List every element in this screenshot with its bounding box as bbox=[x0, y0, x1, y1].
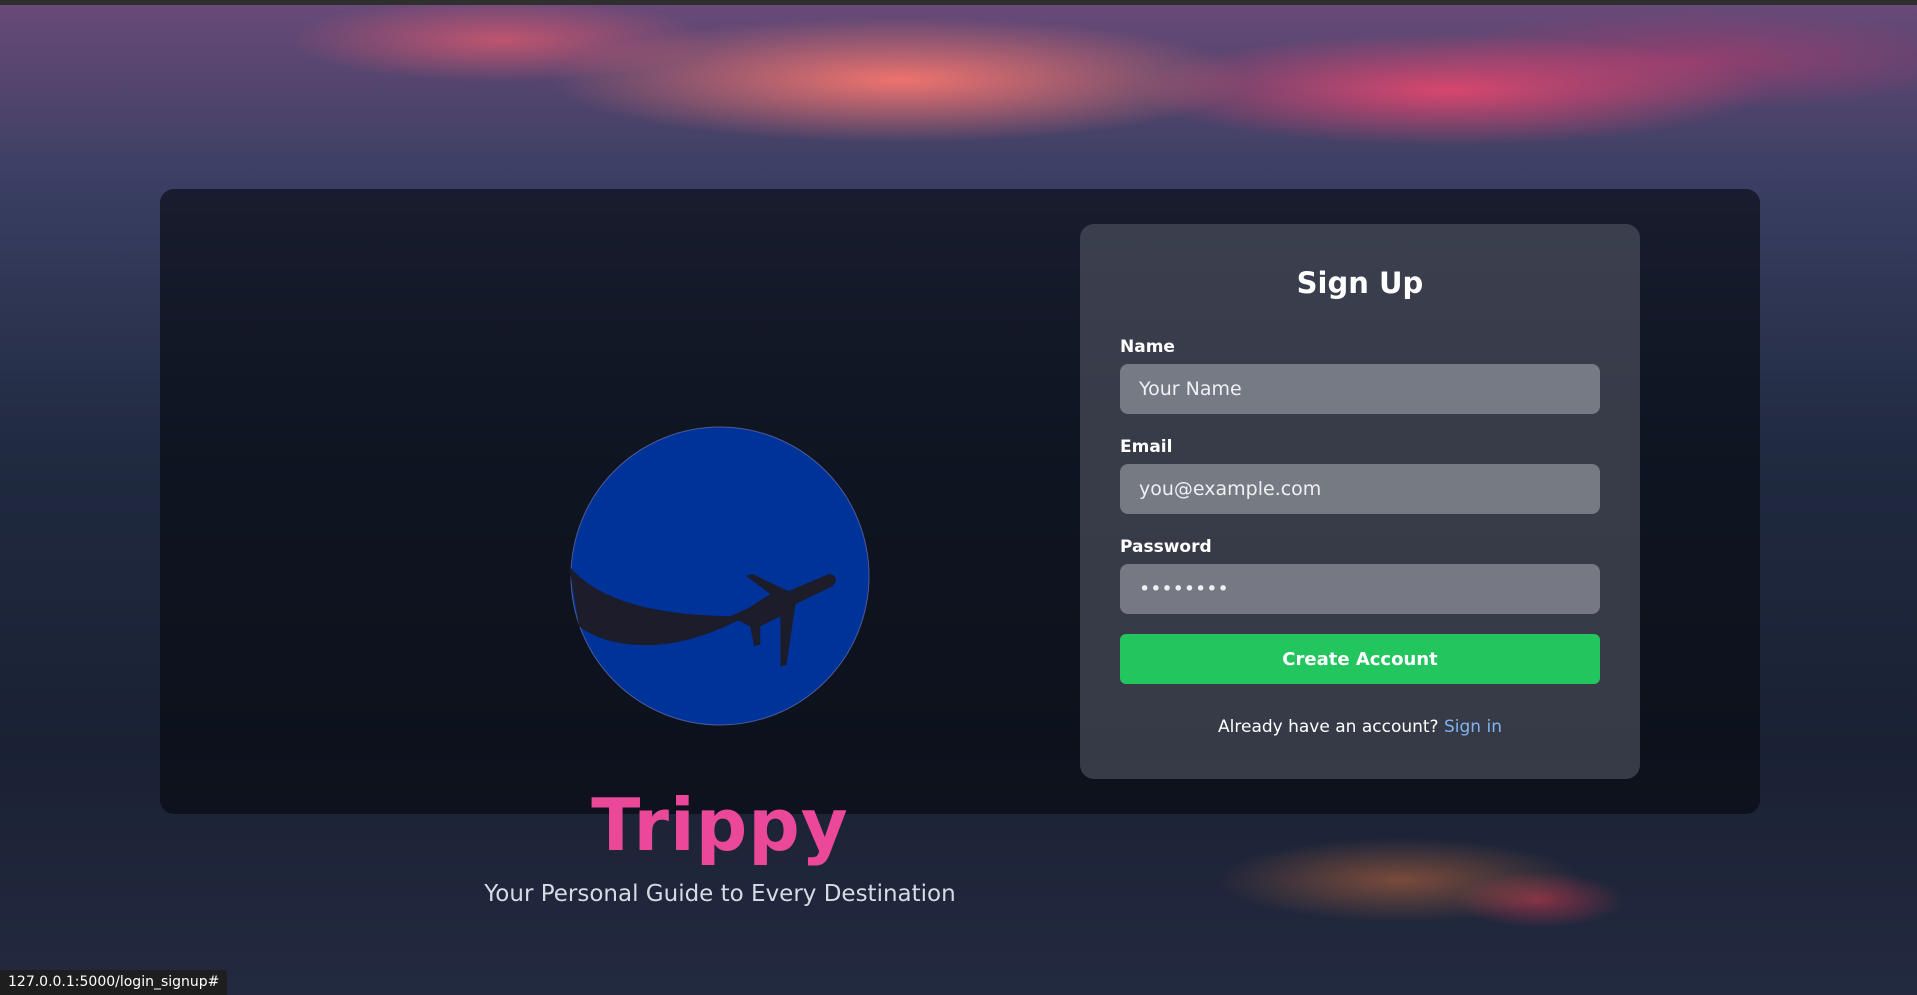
brand-tagline: Your Personal Guide to Every Destination bbox=[484, 881, 956, 907]
signup-form: Sign Up Name Email Password Create Accou… bbox=[1080, 224, 1640, 779]
auth-card: Trippy Your Personal Guide to Every Dest… bbox=[160, 189, 1760, 907]
password-input[interactable] bbox=[1120, 564, 1600, 614]
signin-prompt: Already have an account? Sign in bbox=[1080, 717, 1640, 737]
form-title: Sign Up bbox=[1296, 266, 1424, 300]
status-bar-url: 127.0.0.1:5000/login_signup# bbox=[0, 970, 228, 995]
browser-top-edge bbox=[0, 0, 1917, 5]
password-label: Password bbox=[1120, 537, 1212, 557]
email-input[interactable] bbox=[1120, 464, 1600, 514]
signin-link[interactable]: Sign in bbox=[1444, 717, 1502, 737]
email-label: Email bbox=[1120, 437, 1173, 457]
brand-section: Trippy Your Personal Guide to Every Dest… bbox=[160, 189, 960, 907]
globe-airplane-icon bbox=[569, 426, 870, 726]
create-account-button[interactable]: Create Account bbox=[1120, 634, 1600, 684]
name-input[interactable] bbox=[1120, 364, 1600, 414]
brand-title: Trippy bbox=[591, 783, 849, 867]
name-label: Name bbox=[1120, 337, 1175, 357]
signin-prompt-text: Already have an account? bbox=[1218, 717, 1439, 737]
